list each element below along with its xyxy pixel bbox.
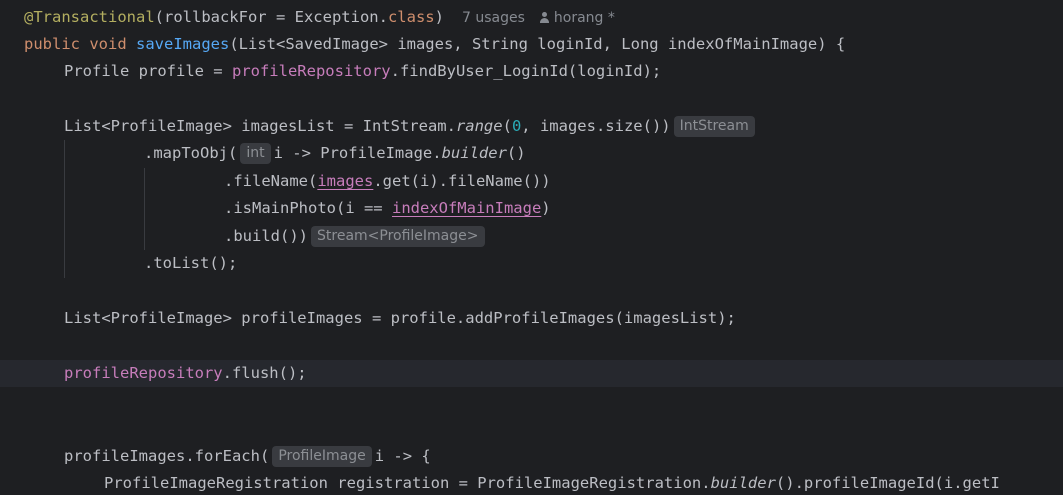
code-line-9[interactable]: .build()) Stream<ProfileImage> (0, 223, 1063, 250)
code-text: ( (502, 117, 512, 135)
code-line-8[interactable]: .isMainPhoto(i == indexOfMainImage) (0, 195, 1063, 222)
code-text: List<ProfileImage> imagesList = IntStrea… (64, 117, 456, 135)
static-call-token: builder (710, 474, 776, 492)
code-text: ) (541, 199, 551, 217)
annotation-token: @Transactional (24, 8, 155, 26)
code-line-2[interactable]: public void saveImages(List<SavedImage> … (0, 31, 1063, 58)
code-text: ().profileImageId(i.getI (775, 474, 1000, 492)
code-text: .get(i).fileName()) (373, 172, 551, 190)
code-text: (List<SavedImage> images, String loginId… (229, 35, 846, 53)
captured-variable: indexOfMainImage (391, 199, 542, 217)
number-token: 0 (511, 117, 522, 135)
code-text: Profile profile = (64, 62, 232, 80)
code-line-1[interactable]: @Transactional(rollbackFor = Exception.c… (0, 4, 1063, 31)
type-inlay-hint[interactable]: IntStream (673, 116, 755, 137)
code-text: .fileName( (224, 172, 318, 190)
code-text: .flush(); (222, 364, 307, 382)
keyword-token: class (387, 8, 435, 26)
code-line-6[interactable]: .mapToObj(int i -> ProfileImage.builder() (0, 140, 1063, 167)
code-text: () (506, 144, 526, 162)
keyword-token: public (24, 35, 80, 53)
code-text: i -> ProfileImage. (273, 144, 442, 162)
code-editor[interactable]: @Transactional(rollbackFor = Exception.c… (0, 0, 1063, 495)
keyword-token: void (89, 35, 127, 53)
code-line-7[interactable]: .fileName(images.get(i).fileName()) (0, 168, 1063, 195)
code-text: ) (434, 8, 444, 26)
field-token: profileRepository (64, 364, 223, 382)
code-text: , images.size()) (521, 117, 671, 135)
captured-variable: images (317, 172, 374, 190)
type-inlay-hint[interactable]: Stream<ProfileImage> (311, 226, 485, 247)
usages-link[interactable]: 7 usages (462, 10, 525, 26)
type-inlay-hint[interactable]: ProfileImage (272, 446, 372, 467)
code-line-12[interactable]: List<ProfileImage> profileImages = profi… (0, 305, 1063, 332)
code-text: .findByUser_LoginId(loginId); (390, 62, 662, 80)
code-line-10[interactable]: .toList(); (0, 250, 1063, 277)
code-line-18[interactable]: ProfileImageRegistration registration = … (0, 470, 1063, 495)
code-text: ProfileImageRegistration registration = … (104, 474, 711, 492)
code-line-17[interactable]: profileImages.forEach(ProfileImage i -> { (0, 443, 1063, 470)
code-text: profileImages.forEach( (64, 447, 270, 465)
type-inlay-hint[interactable]: int (240, 143, 271, 164)
code-line-3[interactable]: Profile profile = profileRepository.find… (0, 58, 1063, 85)
user-icon (539, 12, 550, 23)
static-call-token: builder (441, 144, 507, 162)
code-text: List<ProfileImage> profileImages = profi… (64, 309, 736, 327)
field-token: profileRepository (231, 62, 391, 80)
code-text: .isMainPhoto(i == (224, 199, 392, 217)
static-call-token: range (455, 117, 503, 135)
method-name: saveImages (136, 35, 230, 53)
code-text: .build()) (224, 227, 308, 245)
code-text: .mapToObj( (144, 144, 238, 162)
code-text: i -> { (374, 447, 431, 465)
code-text: (rollbackFor = Exception. (154, 8, 388, 26)
code-line-5[interactable]: List<ProfileImage> imagesList = IntStrea… (0, 113, 1063, 140)
author-label[interactable]: horang * (554, 10, 615, 26)
code-line-14-current[interactable]: profileRepository.flush(); (0, 360, 1063, 387)
code-text: .toList(); (144, 254, 238, 272)
